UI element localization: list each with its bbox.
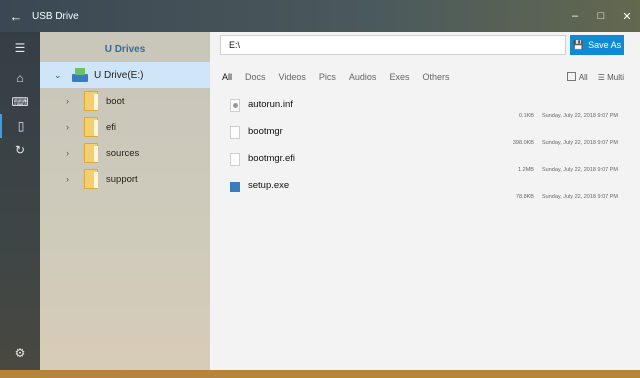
list-item[interactable]: bootmgr.efi 1.2MB Sunday, July 22, 2018 9… <box>220 150 622 177</box>
save-icon: 💾 <box>572 39 585 50</box>
chevron-right-icon[interactable]: › <box>66 122 84 132</box>
filter-tabs: All Docs Videos Pics Audios Exes Others … <box>220 64 640 90</box>
exe-file-icon <box>230 182 240 192</box>
file-meta: 1.2MB Sunday, July 22, 2018 9:07 PM <box>518 167 618 173</box>
folder-label: sources <box>106 147 140 159</box>
usb-drive-icon[interactable]: ▯ <box>0 114 40 138</box>
list-item[interactable]: bootmgr 398.0KB Sunday, July 22, 2018 9:0… <box>220 123 622 150</box>
save-as-button[interactable]: 💾 Save As <box>570 35 624 55</box>
multi-select-button[interactable]: ☰ Multi <box>598 73 624 82</box>
view-controls: All ☰ Multi <box>566 72 624 82</box>
path-row: E:\ 💾 Save As <box>220 32 640 58</box>
file-name: setup.exe <box>248 180 290 191</box>
inf-file-icon <box>230 99 240 112</box>
maximize-button[interactable]: □ <box>588 10 614 22</box>
keyboard-icon[interactable]: ⌨ <box>0 90 40 114</box>
folder-icon <box>84 143 98 163</box>
hamburger-menu-icon[interactable]: ☰ <box>0 36 40 60</box>
list-item[interactable]: autorun.inf 0.1KB Sunday, July 22, 2018 9… <box>220 96 622 123</box>
file-meta: 0.1KB Sunday, July 22, 2018 9:07 PM <box>518 113 618 119</box>
select-all-button[interactable]: All <box>566 72 588 82</box>
tab-others[interactable]: Others <box>422 72 449 82</box>
tree-folder-support[interactable]: › support <box>40 166 210 192</box>
folder-label: boot <box>106 95 125 107</box>
file-name: autorun.inf <box>248 99 293 110</box>
left-rail: ☰ ⌂ ⌨ ▯ ↻ ⚙ <box>0 32 40 370</box>
close-button[interactable]: ✕ <box>614 10 640 23</box>
minimize-button[interactable]: – <box>562 10 588 22</box>
tree-root-drive[interactable]: ⌄ U Drive(E:) <box>40 62 210 88</box>
drive-label: U Drive(E:) <box>94 69 144 81</box>
file-meta: 78.8KB Sunday, July 22, 2018 9:07 PM <box>515 194 618 200</box>
chevron-right-icon[interactable]: › <box>66 96 84 106</box>
history-icon[interactable]: ↻ <box>0 138 40 162</box>
grid-icon <box>566 72 576 81</box>
content-area: ☰ ⌂ ⌨ ▯ ↻ ⚙ U Drives ⌄ U Drive(E:) › boo… <box>0 32 640 370</box>
settings-gear-icon[interactable]: ⚙ <box>0 346 40 360</box>
tab-videos[interactable]: Videos <box>279 72 306 82</box>
tree-folder-boot[interactable]: › boot <box>40 88 210 114</box>
drive-tree-panel: U Drives ⌄ U Drive(E:) › boot › efi › so… <box>40 32 210 370</box>
home-icon[interactable]: ⌂ <box>0 66 40 90</box>
folder-label: support <box>106 173 138 185</box>
tab-pics[interactable]: Pics <box>319 72 336 82</box>
file-icon <box>230 153 240 166</box>
folder-label: efi <box>106 121 117 133</box>
file-list-panel: E:\ 💾 Save As All Docs Videos Pics Audio… <box>210 32 640 370</box>
file-name: bootmgr.efi <box>248 153 295 164</box>
title-bar: ← USB Drive – □ ✕ <box>0 0 640 32</box>
folder-icon <box>84 91 98 111</box>
file-list: autorun.inf 0.1KB Sunday, July 22, 2018 9… <box>220 96 640 204</box>
app-window: ← USB Drive – □ ✕ ☰ ⌂ ⌨ ▯ ↻ ⚙ U Drives ⌄… <box>0 0 640 370</box>
list-item[interactable]: setup.exe 78.8KB Sunday, July 22, 2018 9:… <box>220 177 622 204</box>
file-name: bootmgr <box>248 126 283 137</box>
tab-audios[interactable]: Audios <box>349 72 377 82</box>
drives-header: U Drives <box>104 44 146 55</box>
tab-docs[interactable]: Docs <box>245 72 266 82</box>
save-as-label: Save As <box>588 40 622 50</box>
chevron-right-icon[interactable]: › <box>66 174 84 184</box>
file-icon <box>230 126 240 139</box>
file-meta: 398.0KB Sunday, July 22, 2018 9:07 PM <box>512 140 618 146</box>
tree-folder-efi[interactable]: › efi <box>40 114 210 140</box>
tab-all[interactable]: All <box>222 72 232 82</box>
tree-folder-sources[interactable]: › sources <box>40 140 210 166</box>
usb-drive-icon <box>72 68 88 82</box>
folder-icon <box>84 117 98 137</box>
back-arrow-icon[interactable]: ← <box>0 9 32 24</box>
path-input[interactable]: E:\ <box>220 35 566 55</box>
chevron-down-icon[interactable]: ⌄ <box>54 70 72 81</box>
window-title: USB Drive <box>32 10 79 22</box>
folder-icon <box>84 169 98 189</box>
chevron-right-icon[interactable]: › <box>66 148 84 158</box>
tab-exes[interactable]: Exes <box>389 72 409 82</box>
